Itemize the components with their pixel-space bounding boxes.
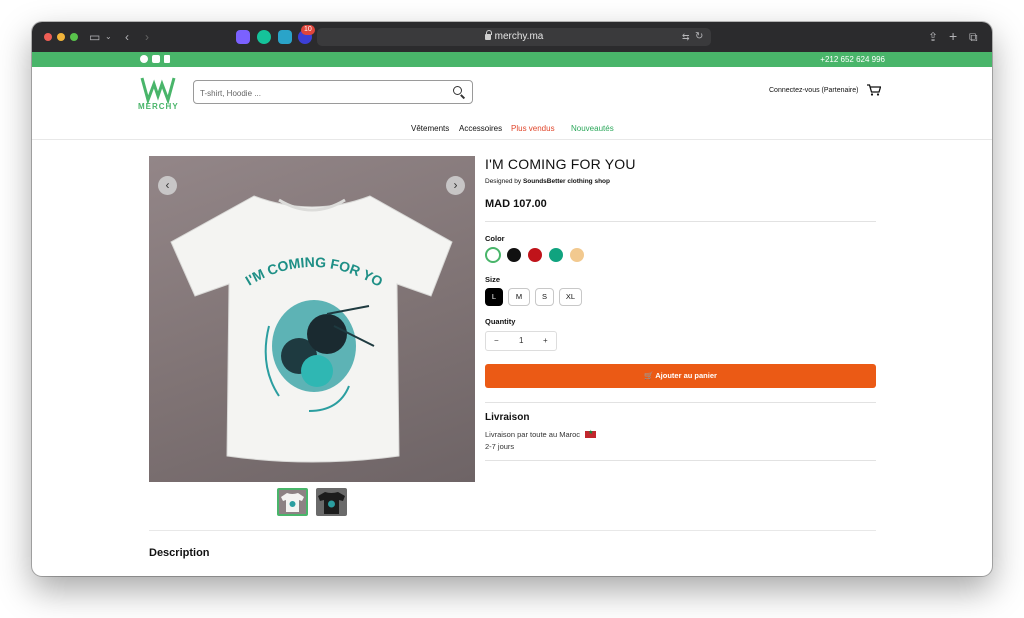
share-icon[interactable]: ⇪ (928, 30, 938, 44)
divider (485, 460, 876, 461)
designer-line: Designed by SoundsBetter clothing shop (485, 178, 610, 185)
color-swatch-red[interactable] (528, 248, 542, 262)
color-swatch-beige[interactable] (570, 248, 584, 262)
cart-plus-icon: 🛒 (644, 371, 654, 380)
tshirt-illustration: I'M COMING FOR YOU (149, 156, 453, 463)
color-label: Color (485, 234, 505, 243)
back-icon[interactable]: ‹ (125, 30, 129, 44)
extension-icon[interactable] (236, 30, 250, 44)
color-swatch-black[interactable] (507, 248, 521, 262)
color-swatch-white[interactable] (485, 247, 501, 263)
quantity-label: Quantity (485, 317, 516, 326)
contact-bar: +212 652 624 996 (32, 52, 992, 67)
new-tab-icon[interactable]: + (949, 29, 957, 43)
description-title: Description (149, 547, 210, 559)
delivery-time: 2-7 jours (485, 442, 515, 451)
zoom-window-button[interactable] (70, 33, 78, 41)
notification-badge: 10 (301, 25, 315, 35)
thumbnail-black[interactable] (316, 488, 347, 516)
quantity-stepper: − 1 + (485, 331, 557, 351)
chevron-down-icon[interactable]: ⌄ (105, 30, 112, 44)
cart-icon[interactable] (867, 84, 881, 96)
nav-item-vetements[interactable]: Vêtements (411, 124, 449, 133)
chevron-left-icon: ‹ (165, 178, 170, 192)
url-text: merchy.ma (494, 31, 544, 42)
login-link[interactable]: Connectez-vous (Partenaire) (769, 87, 859, 94)
quantity-value[interactable]: 1 (519, 336, 523, 345)
address-bar[interactable]: merchy.ma (317, 28, 711, 46)
browser-window: ▭ ⌄ ‹ › 10 merchy.ma ⇆ ↻ ⇪ + ⧉ +212 652 … (32, 22, 992, 576)
designed-by-prefix: Designed by (485, 178, 522, 185)
size-label: Size (485, 275, 501, 284)
product-title: I'M COMING FOR YOU (485, 156, 636, 172)
forward-icon[interactable]: › (145, 30, 149, 44)
section-divider (149, 530, 876, 531)
add-to-cart-label: Ajouter au panier (655, 371, 717, 380)
close-window-button[interactable] (44, 33, 52, 41)
morocco-flag-icon (585, 429, 597, 438)
phone-number[interactable]: +212 652 624 996 (820, 54, 885, 65)
designer-link[interactable]: SoundsBetter clothing shop (523, 178, 610, 185)
delivery-title: Livraison (485, 412, 530, 423)
logo-text: MERCHY (138, 102, 179, 111)
nav-item-nouveautes[interactable]: Nouveautés (571, 124, 614, 133)
lock-icon (484, 30, 492, 40)
shield-icon[interactable] (278, 30, 292, 44)
next-image-button[interactable]: › (446, 176, 465, 195)
delivery-coverage: Livraison par toute au Maroc (485, 430, 581, 439)
divider (485, 221, 876, 222)
nav-item-accessoires[interactable]: Accessoires (459, 124, 502, 133)
search-input[interactable] (200, 86, 440, 100)
delivery-line: Livraison par toute au Maroc (485, 429, 597, 439)
browser-toolbar: ▭ ⌄ ‹ › 10 merchy.ma ⇆ ↻ ⇪ + ⧉ (32, 22, 992, 52)
header-divider (32, 139, 992, 140)
translate-icon[interactable]: ⇆ (682, 30, 690, 44)
size-option-xl[interactable]: XL (559, 288, 582, 306)
facebook-icon[interactable] (140, 55, 148, 63)
tabs-overview-icon[interactable]: ⧉ (969, 30, 978, 44)
nav-item-plus-vendus[interactable]: Plus vendus (511, 124, 555, 133)
tiktok-icon[interactable] (164, 55, 170, 63)
sidebar-icon[interactable]: ▭ (89, 30, 100, 44)
size-option-l[interactable]: L (485, 288, 503, 306)
search-box (193, 80, 473, 104)
reload-icon[interactable]: ↻ (695, 30, 703, 44)
divider (485, 402, 876, 403)
search-icon[interactable] (453, 86, 462, 95)
color-swatch-green[interactable] (549, 248, 563, 262)
increase-quantity-button[interactable]: + (543, 336, 548, 345)
chevron-right-icon: › (453, 178, 458, 192)
size-option-s[interactable]: S (535, 288, 554, 306)
thumbnail-white[interactable] (277, 488, 308, 516)
instagram-icon[interactable] (152, 55, 160, 63)
add-to-cart-button[interactable]: 🛒 Ajouter au panier (485, 364, 876, 388)
product-price: MAD 107.00 (485, 198, 547, 210)
decrease-quantity-button[interactable]: − (494, 336, 499, 345)
prev-image-button[interactable]: ‹ (158, 176, 177, 195)
product-image: I'M COMING FOR YOU (149, 156, 475, 482)
minimize-window-button[interactable] (57, 33, 65, 41)
grammarly-icon[interactable] (257, 30, 271, 44)
size-option-m[interactable]: M (508, 288, 530, 306)
